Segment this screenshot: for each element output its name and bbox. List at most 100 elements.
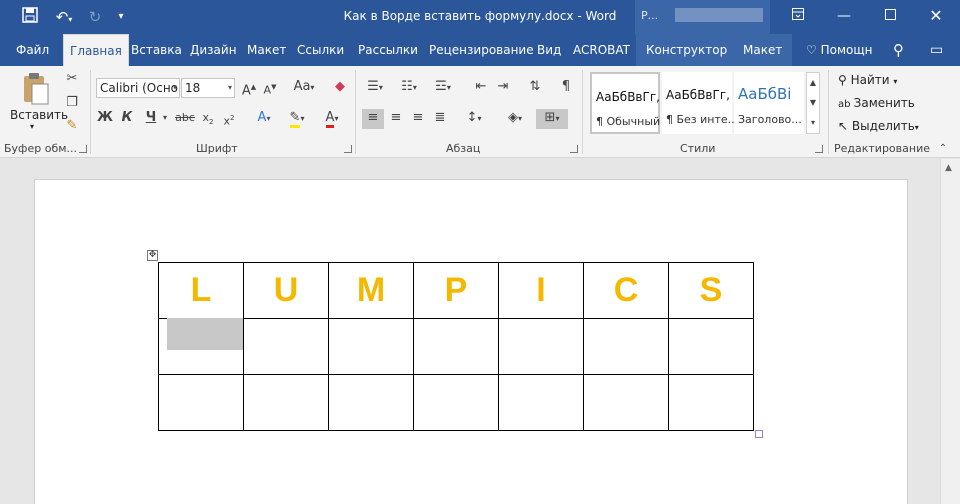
table-resize-handle-icon[interactable] — [755, 430, 763, 438]
table-cell[interactable] — [243, 374, 329, 431]
ribbon-display-options-icon[interactable] — [775, 0, 821, 34]
table-cell[interactable]: I — [498, 262, 584, 319]
table-move-handle-icon[interactable]: ✥ — [147, 250, 158, 261]
share-icon[interactable]: ⚲ — [893, 34, 904, 66]
table-cell[interactable] — [583, 318, 669, 375]
replace-button[interactable]: ab Заменить — [838, 96, 915, 110]
subscript-icon[interactable]: x2 — [199, 109, 217, 129]
justify-icon[interactable]: ≣ — [430, 109, 450, 129]
paste-icon[interactable] — [18, 72, 54, 108]
clear-formatting-icon[interactable]: ◆ — [330, 78, 350, 98]
table-cell[interactable] — [328, 318, 414, 375]
underline-dropdown-icon[interactable]: ▾ — [160, 109, 170, 129]
change-case-button[interactable]: Aa▾ — [289, 78, 319, 98]
styles-scroll-icon[interactable]: ▲ ▼ ▾ — [806, 72, 820, 134]
align-center-icon[interactable]: ≡ — [386, 109, 406, 129]
table-cell[interactable] — [498, 374, 584, 431]
style-heading-1[interactable]: АаБбВі Заголово... — [734, 72, 804, 134]
sort-icon[interactable]: ⇅ — [526, 78, 544, 98]
vertical-scrollbar[interactable]: ▲ — [940, 159, 960, 504]
show-formatting-icon[interactable]: ¶ — [557, 78, 575, 98]
font-name-combo[interactable]: Calibri (Осно ▾ — [96, 78, 180, 98]
grow-font-icon[interactable]: A▲ — [240, 78, 258, 98]
tab-file[interactable]: Файл — [16, 34, 49, 66]
tab-layout[interactable]: Макет — [247, 34, 286, 66]
tab-acrobat[interactable]: ACROBAT — [573, 34, 630, 66]
bullets-icon[interactable]: ☰▾ — [362, 78, 388, 98]
italic-button[interactable]: К — [118, 109, 136, 129]
paragraph-launcher-icon[interactable] — [570, 145, 578, 153]
decrease-indent-icon[interactable]: ⇤ — [472, 78, 490, 98]
table-cell[interactable]: S — [668, 262, 754, 319]
document-page[interactable]: ✥ L U M P I C S — [34, 179, 908, 504]
cell-letter: P — [444, 271, 468, 309]
table-cell[interactable] — [583, 374, 669, 431]
copy-icon[interactable]: ❐ — [63, 94, 81, 114]
document-table[interactable]: L U M P I C S — [158, 262, 754, 431]
styles-launcher-icon[interactable] — [815, 145, 823, 153]
tab-references[interactable]: Ссылки — [297, 34, 344, 66]
shading-icon[interactable]: ◈▾ — [500, 109, 530, 129]
minimize-icon[interactable]: — — [821, 0, 867, 34]
tab-design[interactable]: Дизайн — [190, 34, 237, 66]
cut-icon[interactable]: ✂ — [63, 70, 81, 90]
select-button[interactable]: ↖ Выделить▾ — [838, 119, 919, 133]
highlight-color-icon[interactable]: ✎▾ — [283, 109, 311, 129]
replace-label: Заменить — [853, 96, 915, 110]
tab-insert[interactable]: Вставка — [131, 34, 182, 66]
table-cell[interactable]: P — [413, 262, 499, 319]
table-cell[interactable] — [498, 318, 584, 375]
tab-table-layout[interactable]: Макет — [733, 34, 793, 66]
table-cell[interactable] — [668, 318, 754, 375]
table-cell[interactable] — [413, 318, 499, 375]
multilevel-list-icon[interactable]: ☲▾ — [430, 78, 456, 98]
font-size-combo[interactable]: 18 ▾ — [181, 78, 235, 98]
scroll-up-icon[interactable]: ▲ — [945, 163, 952, 173]
table-cell[interactable] — [243, 318, 329, 375]
numbering-icon[interactable]: ☷▾ — [396, 78, 422, 98]
cell-letter: I — [536, 271, 546, 309]
table-cell[interactable] — [413, 374, 499, 431]
line-spacing-icon[interactable]: ↕▾ — [460, 109, 488, 129]
find-button[interactable]: ⚲ Найти ▾ — [838, 73, 897, 87]
tab-mailings[interactable]: Рассылки — [358, 34, 418, 66]
bold-button[interactable]: Ж — [96, 109, 114, 129]
collapse-ribbon-icon[interactable]: ⌃ — [936, 140, 950, 160]
align-left-icon[interactable]: ≡ — [362, 109, 384, 129]
underline-button[interactable]: Ч — [142, 109, 160, 129]
table-cell[interactable]: C — [583, 262, 669, 319]
increase-indent-icon[interactable]: ⇥ — [494, 78, 512, 98]
tell-me[interactable]: ♡ Помощн — [806, 34, 873, 66]
font-color-icon[interactable]: A▾ — [318, 109, 346, 129]
paste-label[interactable]: Вставить — [10, 108, 68, 122]
table-cell[interactable]: L — [158, 262, 244, 319]
tab-review[interactable]: Рецензирование — [429, 34, 534, 66]
table-cell[interactable] — [158, 374, 244, 431]
close-icon[interactable]: ✕ — [913, 0, 959, 34]
style-normal[interactable]: АаБбВвГг, ¶ Обычный — [590, 72, 660, 134]
shrink-font-icon[interactable]: A▼ — [261, 78, 279, 98]
tab-table-design[interactable]: Конструктор — [636, 34, 738, 66]
document-area: ✥ L U M P I C S — [0, 159, 940, 504]
table-cell[interactable]: M — [328, 262, 414, 319]
context-tools-header: Р... — [635, 0, 770, 34]
format-painter-icon[interactable]: ✎ — [63, 117, 81, 137]
tell-me-label: Помощн — [820, 43, 873, 57]
superscript-icon[interactable]: x2 — [220, 109, 238, 129]
tab-home[interactable]: Главная — [63, 34, 129, 66]
font-launcher-icon[interactable] — [344, 145, 352, 153]
comments-icon[interactable]: ▭ — [930, 34, 943, 66]
table-cell[interactable]: U — [243, 262, 329, 319]
maximize-icon[interactable] — [867, 0, 913, 34]
table-cell[interactable] — [668, 374, 754, 431]
tab-view[interactable]: Вид — [537, 34, 561, 66]
table-cell[interactable] — [328, 374, 414, 431]
style-no-spacing[interactable]: АаБбВвГг, ¶ Без инте... — [662, 72, 738, 134]
text-effects-icon[interactable]: A▾ — [250, 109, 278, 129]
clipboard-launcher-icon[interactable] — [79, 145, 87, 153]
cell-letter: U — [273, 271, 299, 309]
borders-icon[interactable]: ⊞▾ — [536, 109, 568, 129]
paste-dropdown-icon[interactable]: ▾ — [30, 122, 34, 131]
strikethrough-button[interactable]: abc — [173, 109, 197, 129]
align-right-icon[interactable]: ≡ — [408, 109, 428, 129]
